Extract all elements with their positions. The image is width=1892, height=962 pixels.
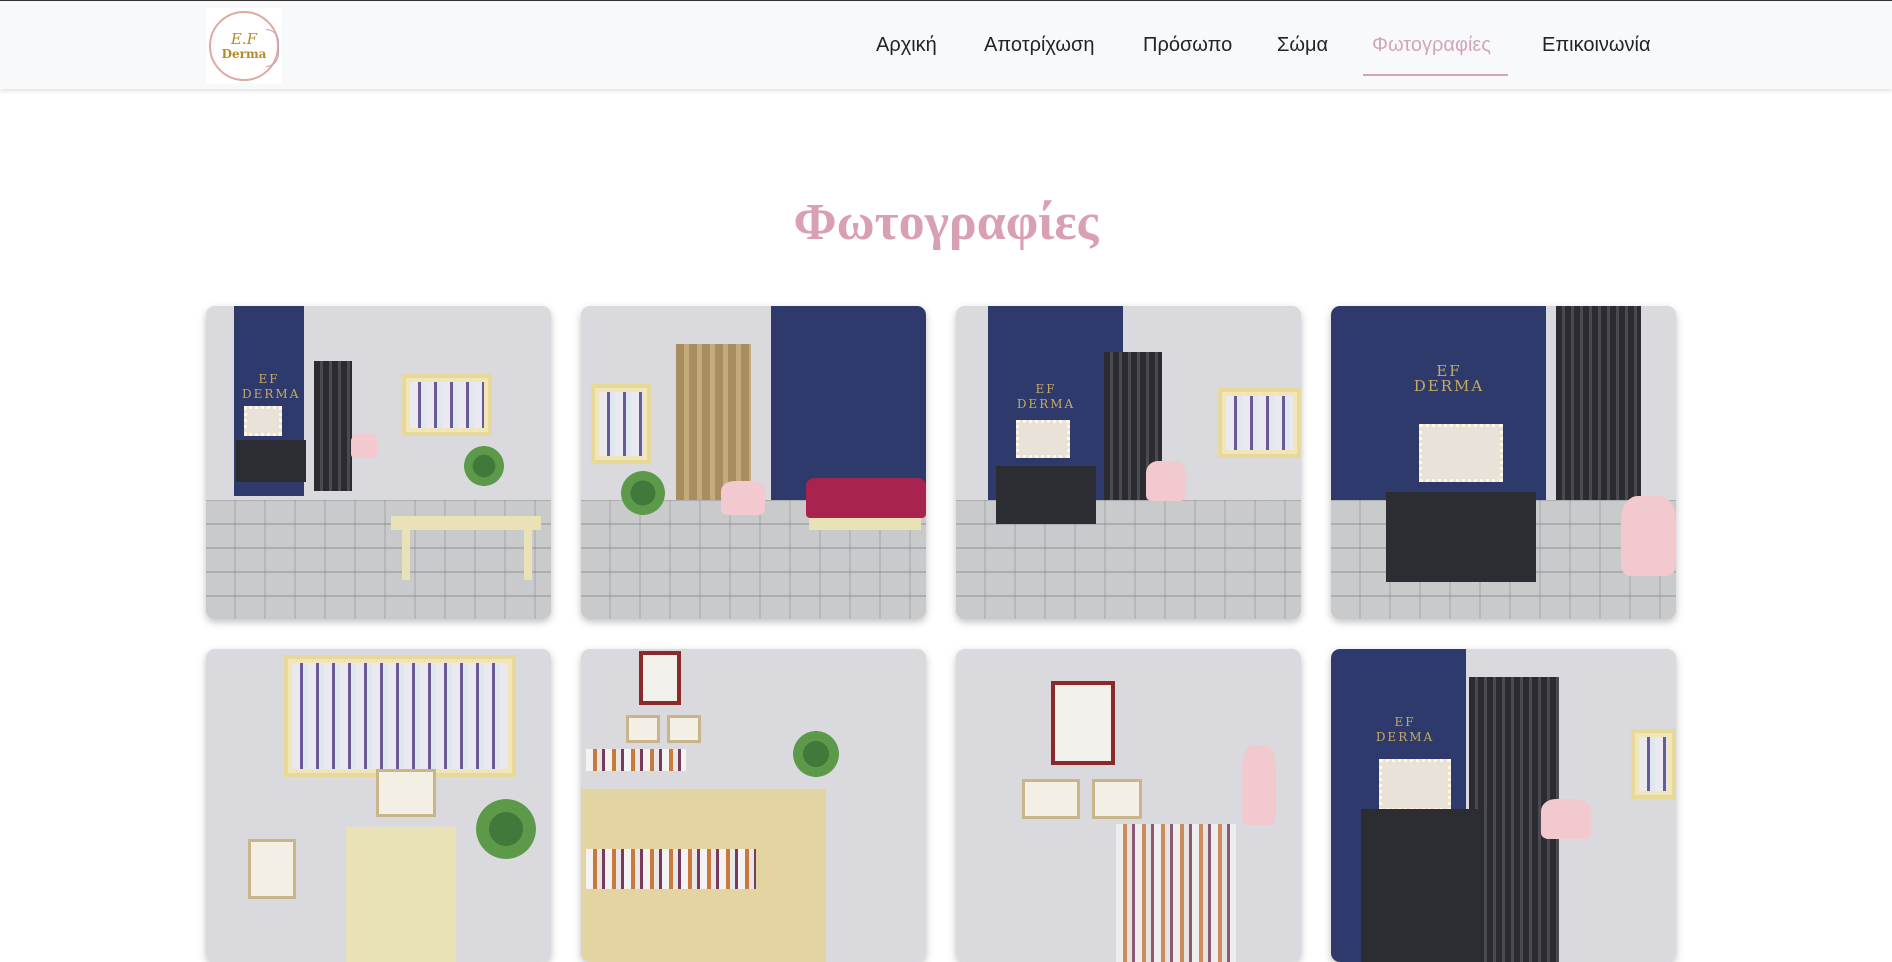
nav-contact[interactable]: Επικοινωνία — [1542, 34, 1651, 57]
makeup-corner-photo[interactable]: EF DERMA — [1331, 649, 1676, 962]
certificates-photo[interactable] — [956, 649, 1301, 962]
photo-sign: EF DERMA — [1413, 362, 1485, 395]
main-nav: Αρχική Αποτρίχωση Πρόσωπο Σώμα Φωτογραφί… — [0, 1, 1892, 90]
nav-photos[interactable]: Φωτογραφίες — [1372, 34, 1491, 57]
photo-sign: EF DERMA — [1375, 715, 1435, 744]
nav-home[interactable]: Αρχική — [876, 34, 937, 57]
nav-face[interactable]: Πρόσωπο — [1143, 34, 1232, 57]
lounge-sofa-photo[interactable] — [581, 306, 926, 619]
salon-overview-photo[interactable]: EF DERMA — [206, 306, 551, 619]
photo-sign: EF DERMA — [1016, 382, 1076, 411]
active-nav-underline — [1363, 74, 1508, 76]
makeup-station-photo[interactable]: EF DERMA — [956, 306, 1301, 619]
page-title: Φωτογραφίες — [793, 194, 1099, 251]
navbar: E.F Derma Αρχική Αποτρίχωση Πρόσωπο Σώμα… — [0, 0, 1892, 89]
nav-body[interactable]: Σώμα — [1277, 34, 1328, 57]
reception-counter-photo[interactable] — [581, 649, 926, 962]
vanity-mirror-photo[interactable]: EF DERMA — [1331, 306, 1676, 619]
photo-sign: EF DERMA — [242, 372, 301, 401]
product-shelf-photo[interactable] — [206, 649, 551, 962]
nav-hair-removal[interactable]: Αποτρίχωση — [984, 34, 1094, 57]
